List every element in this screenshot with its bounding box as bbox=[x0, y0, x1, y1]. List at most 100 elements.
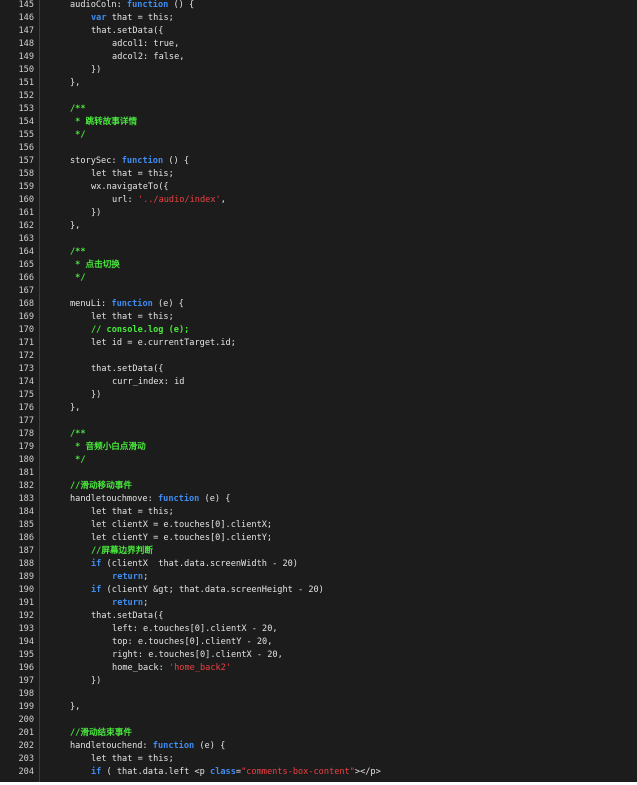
code-line: 154 * 跳转故事详情 bbox=[0, 116, 637, 129]
code-line: 162}, bbox=[0, 220, 637, 233]
line-number: 178 bbox=[18, 429, 34, 439]
code-line: 194 top: e.touches[0].clientY - 20, bbox=[0, 636, 637, 649]
line-number: 163 bbox=[18, 234, 34, 244]
code-text: }, bbox=[70, 402, 80, 415]
line-number: 187 bbox=[18, 546, 34, 556]
code-line: 191 return; bbox=[0, 597, 637, 610]
code-text: }) bbox=[91, 64, 101, 77]
code-text: return; bbox=[112, 571, 148, 584]
comment-token: */ bbox=[70, 130, 86, 140]
code-line: 183 handletouchmove: function (e) { bbox=[0, 493, 637, 506]
code-text: if ( that.data.left <p class="comments-b… bbox=[91, 766, 381, 779]
code-text: }) bbox=[91, 207, 101, 220]
code-line: 160 url: '../audio/index', bbox=[0, 194, 637, 207]
line-number: 188 bbox=[18, 559, 34, 569]
line-number: 164 bbox=[18, 247, 34, 257]
line-number: 150 bbox=[18, 65, 34, 75]
code-line: 182 //滑动移动事件 bbox=[0, 480, 637, 493]
code-line: 189 return; bbox=[0, 571, 637, 584]
line-number: 160 bbox=[18, 195, 34, 205]
code-token: let clientY = e.touches[0].clientY; bbox=[91, 533, 273, 543]
code-text: let clientX = e.touches[0].clientX; bbox=[91, 519, 272, 532]
code-token: that.setData({ bbox=[91, 364, 164, 374]
code-text: //滑动结束事件 bbox=[70, 727, 132, 740]
code-line: 179 * 音频小白点滑动 bbox=[0, 441, 637, 454]
line-number: 194 bbox=[18, 637, 34, 647]
code-text: that.setData({ bbox=[91, 25, 163, 38]
line-number: 189 bbox=[18, 572, 34, 582]
code-token: let that = this; bbox=[91, 754, 174, 764]
line-number: 166 bbox=[18, 273, 34, 283]
line-number: 181 bbox=[18, 468, 34, 478]
code-text: */ bbox=[70, 454, 85, 467]
code-token: () { bbox=[163, 156, 190, 166]
code-token: handletouchmove: bbox=[70, 494, 158, 504]
string-token: '../audio/index' bbox=[137, 195, 221, 205]
code-text: * 点击切换 bbox=[70, 259, 120, 272]
code-text: /** bbox=[70, 246, 86, 259]
line-number: 148 bbox=[18, 39, 34, 49]
comment-token: /** bbox=[70, 104, 86, 114]
code-line: 200 bbox=[0, 714, 637, 727]
line-number: 175 bbox=[18, 390, 34, 400]
code-line: 204 if ( that.data.left <p class="comment… bbox=[0, 766, 637, 779]
code-text: right: e.touches[0].clientX - 20, bbox=[112, 649, 283, 662]
code-token: audioColn: bbox=[70, 0, 127, 10]
line-number: 156 bbox=[18, 143, 34, 153]
code-token: }, bbox=[70, 702, 81, 712]
code-token: ; bbox=[143, 598, 149, 608]
comment-token: // console.log (e); bbox=[91, 325, 190, 335]
code-line: 171 let id = e.currentTarget.id; bbox=[0, 337, 637, 350]
line-number: 179 bbox=[18, 442, 34, 452]
code-line: 148 adcol1: true, bbox=[0, 38, 637, 51]
code-text: let that = this; bbox=[91, 311, 174, 324]
line-number: 162 bbox=[18, 221, 34, 231]
line-number: 186 bbox=[18, 533, 34, 543]
code-token: }) bbox=[91, 676, 102, 686]
code-token: left: e.touches[0].clientX - 20, bbox=[112, 624, 278, 634]
comment-token: //滑动结束事件 bbox=[70, 728, 132, 738]
line-number: 157 bbox=[18, 156, 34, 166]
code-line: 185 let clientX = e.touches[0].clientX; bbox=[0, 519, 637, 532]
code-line: 150}) bbox=[0, 64, 637, 77]
line-number: 197 bbox=[18, 676, 34, 686]
keyword-token: function bbox=[121, 156, 164, 166]
line-number: 192 bbox=[18, 611, 34, 621]
keyword-token: function bbox=[157, 494, 200, 504]
code-line: 158 let that = this; bbox=[0, 168, 637, 181]
code-text: let that = this; bbox=[91, 168, 174, 181]
code-text: if (clientX that.data.screenWidth - 20) bbox=[91, 558, 298, 571]
code-text: curr_index: id bbox=[112, 376, 184, 389]
code-line: 156 bbox=[0, 142, 637, 155]
line-number: 177 bbox=[18, 416, 34, 426]
line-number: 170 bbox=[18, 325, 34, 335]
line-number: 153 bbox=[18, 104, 34, 114]
code-text: handletouchend: function (e) { bbox=[70, 740, 225, 753]
code-text: */ bbox=[70, 129, 86, 142]
code-text: // console.log (e); bbox=[91, 324, 189, 337]
code-token: adcol2: false, bbox=[112, 52, 185, 62]
line-number: 183 bbox=[18, 494, 34, 504]
code-line: 145 audioColn: function () { bbox=[0, 0, 637, 12]
comment-token: * 音频小白点滑动 bbox=[70, 442, 146, 452]
code-line: 163 bbox=[0, 233, 637, 246]
line-number: 169 bbox=[18, 312, 34, 322]
code-line: 181 bbox=[0, 467, 637, 480]
code-token: }, bbox=[70, 403, 81, 413]
code-token: }) bbox=[91, 208, 102, 218]
code-token: (e) { bbox=[199, 494, 231, 504]
code-text: * 跳转故事详情 bbox=[70, 116, 137, 129]
line-number: 172 bbox=[18, 351, 34, 361]
line-number: 154 bbox=[18, 117, 34, 127]
line-number: 184 bbox=[18, 507, 34, 517]
code-line: 157 storySec: function () { bbox=[0, 155, 637, 168]
code-line: 169 let that = this; bbox=[0, 311, 637, 324]
code-text: menuLi: function (e) { bbox=[70, 298, 184, 311]
code-line: 195 right: e.touches[0].clientX - 20, bbox=[0, 649, 637, 662]
code-editor[interactable]: 145 audioColn: function () {146 var that =… bbox=[0, 0, 637, 782]
code-line: 146 var that = this; bbox=[0, 12, 637, 25]
line-number: 147 bbox=[18, 26, 34, 36]
line-number: 158 bbox=[18, 169, 34, 179]
comment-token: * 点击切换 bbox=[70, 260, 120, 270]
code-token: }) bbox=[91, 390, 102, 400]
